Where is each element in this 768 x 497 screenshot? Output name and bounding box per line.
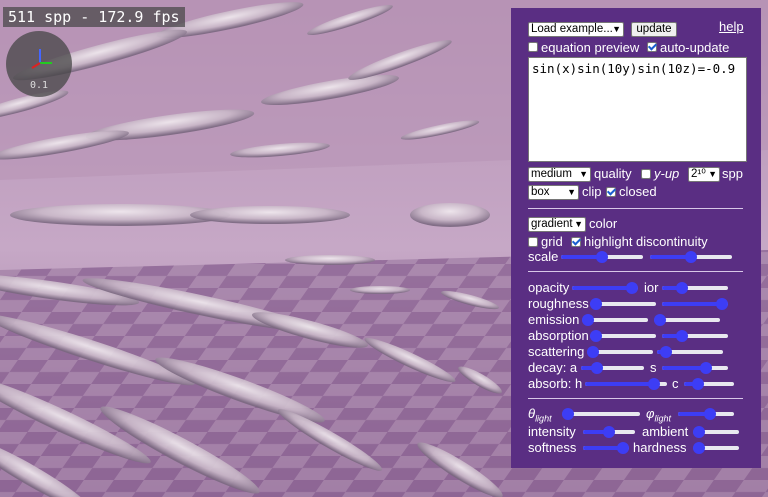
opacity-slider[interactable] (572, 282, 638, 294)
axis-gizmo[interactable]: 0.1 (6, 31, 72, 97)
emission-slider[interactable] (582, 314, 648, 326)
hardness-slider[interactable] (693, 442, 739, 454)
slider-thumb[interactable] (596, 251, 608, 263)
y-up-checkbox[interactable] (641, 169, 651, 179)
opacity-label: opacity (528, 280, 570, 295)
absorb-h-slider[interactable] (585, 378, 667, 390)
update-button[interactable]: update (631, 22, 677, 37)
slider-thumb[interactable] (648, 378, 660, 390)
slider-thumb[interactable] (699, 362, 712, 374)
slider-thumb[interactable] (582, 314, 594, 326)
slider-thumb[interactable] (675, 330, 688, 342)
slider-thumb[interactable] (675, 282, 688, 294)
absorb-c-slider[interactable] (684, 378, 734, 390)
scale-slider[interactable] (561, 251, 643, 263)
absorption-slider-2[interactable] (662, 330, 728, 342)
slider-thumb[interactable] (590, 330, 602, 342)
roughness-slider[interactable] (590, 298, 656, 310)
slider-thumb[interactable] (591, 362, 604, 374)
absorption-slider[interactable] (590, 330, 656, 342)
gizmo-scale-label: 0.1 (30, 80, 48, 91)
fps-counter: 511 spp - 172.9 fps (3, 7, 185, 27)
slider-thumb[interactable] (654, 314, 666, 326)
color-mode-select[interactable]: gradient ▼ (528, 217, 586, 232)
decay-s-label: s (650, 360, 657, 375)
scattering-label: scattering (528, 344, 585, 359)
softness-slider[interactable] (583, 442, 629, 454)
spp-label: spp (722, 166, 743, 181)
closed-label: closed (619, 184, 657, 199)
equation-input[interactable]: sin(x)sin(10y)sin(10z)=-0.9 (528, 57, 747, 162)
spp-select[interactable]: 2¹⁰ ▼ (688, 167, 720, 182)
phi-light-slider[interactable] (678, 408, 734, 420)
highlight-discontinuity-label: highlight discontinuity (584, 234, 708, 249)
slider-thumb[interactable] (626, 282, 638, 294)
slider-thumb[interactable] (590, 298, 602, 310)
slider-thumb[interactable] (691, 378, 704, 390)
scale-label: scale (528, 249, 559, 264)
ambient-slider[interactable] (693, 426, 739, 438)
scattering-slider-2[interactable] (657, 346, 723, 358)
slider-thumb[interactable] (704, 408, 717, 420)
quality-label: quality (594, 166, 632, 181)
decay-s-slider[interactable] (662, 362, 728, 374)
closed-checkbox[interactable] (606, 187, 616, 197)
highlight-discontinuity-checkbox[interactable] (571, 237, 581, 247)
roughness-slider-2[interactable] (662, 298, 728, 310)
grid-label: grid (541, 234, 563, 249)
absorption-label: absorption (528, 328, 589, 343)
auto-update-checkbox[interactable] (647, 42, 657, 52)
color-label: color (589, 216, 618, 231)
auto-update-label: auto-update (660, 40, 730, 55)
equation-preview-label: equation preview (541, 40, 640, 55)
slider-thumb[interactable] (659, 346, 672, 358)
intensity-slider[interactable] (583, 426, 635, 438)
absorb-c-label: c (672, 376, 679, 391)
slider-thumb[interactable] (693, 442, 705, 454)
surface-blob (190, 206, 350, 224)
surface-blob (410, 203, 490, 227)
ior-label: ior (644, 280, 659, 295)
divider (528, 271, 743, 272)
divider (528, 398, 743, 399)
surface-blob (285, 255, 375, 265)
slider-thumb[interactable] (716, 298, 728, 310)
emission-slider-2[interactable] (654, 314, 720, 326)
ior-slider[interactable] (662, 282, 728, 294)
help-link[interactable]: help (719, 19, 744, 34)
y-up-label: y-up (654, 166, 680, 181)
equation-preview-checkbox[interactable] (528, 42, 538, 52)
theta-light-slider[interactable] (562, 408, 640, 420)
softness-label: softness (528, 440, 577, 455)
scattering-slider[interactable] (587, 346, 653, 358)
hardness-label: hardness (633, 440, 687, 455)
ambient-label: ambient (642, 424, 689, 439)
roughness-label: roughness (528, 296, 589, 311)
clip-select[interactable]: box ▼ (528, 185, 579, 200)
example-select[interactable]: Load example... ▼ (528, 22, 624, 37)
decay-a-label: decay: a (528, 360, 578, 375)
quality-select[interactable]: medium ▼ (528, 167, 591, 182)
slider-thumb[interactable] (617, 442, 629, 454)
surface-blob (350, 286, 410, 294)
slider-thumb[interactable] (603, 426, 615, 438)
divider (528, 208, 743, 209)
clip-label: clip (582, 184, 602, 199)
grid-checkbox[interactable] (528, 237, 538, 247)
emission-label: emission (528, 312, 580, 327)
control-panel: Load example... ▼ update help equation pr… (511, 8, 761, 468)
slider-thumb[interactable] (693, 426, 705, 438)
slider-thumb[interactable] (587, 346, 599, 358)
slider-thumb[interactable] (562, 408, 574, 420)
slider-thumb[interactable] (685, 251, 697, 263)
absorb-h-label: absorb: h (528, 376, 583, 391)
decay-a-slider[interactable] (581, 362, 644, 374)
intensity-label: intensity (528, 424, 576, 439)
scale-slider-2[interactable] (650, 251, 732, 263)
